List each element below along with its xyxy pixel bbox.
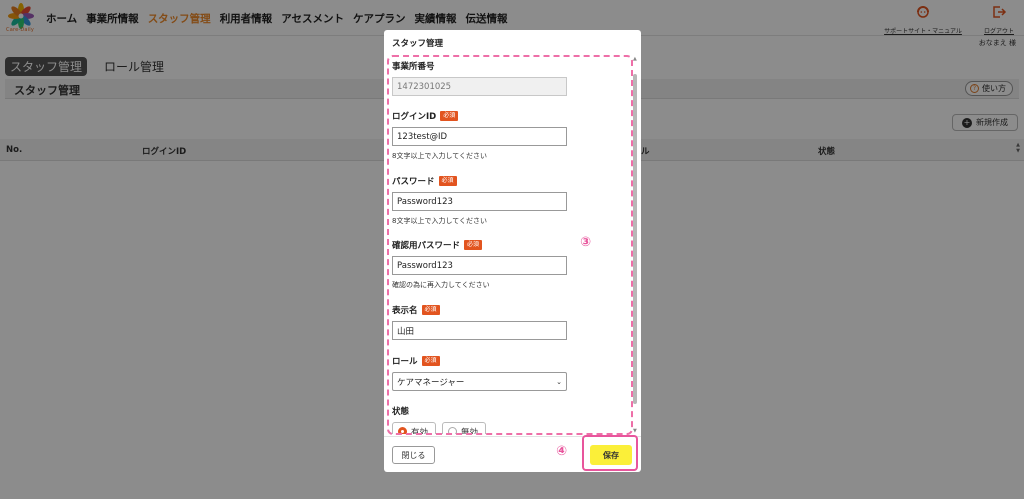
save-button-highlight <box>582 435 638 471</box>
close-button[interactable]: 閉じる <box>392 446 435 464</box>
step-marker-3: ③ <box>580 235 592 250</box>
scroll-down-icon[interactable]: ▼ <box>633 428 637 434</box>
form-highlight-box <box>387 55 633 435</box>
modal-scrollbar[interactable]: ▲ ▼ <box>632 56 639 434</box>
modal-title: スタッフ管理 <box>392 39 444 49</box>
step-marker-4: ④ <box>556 444 568 459</box>
scroll-up-icon[interactable]: ▲ <box>633 56 637 62</box>
scroll-thumb[interactable] <box>633 74 637 404</box>
